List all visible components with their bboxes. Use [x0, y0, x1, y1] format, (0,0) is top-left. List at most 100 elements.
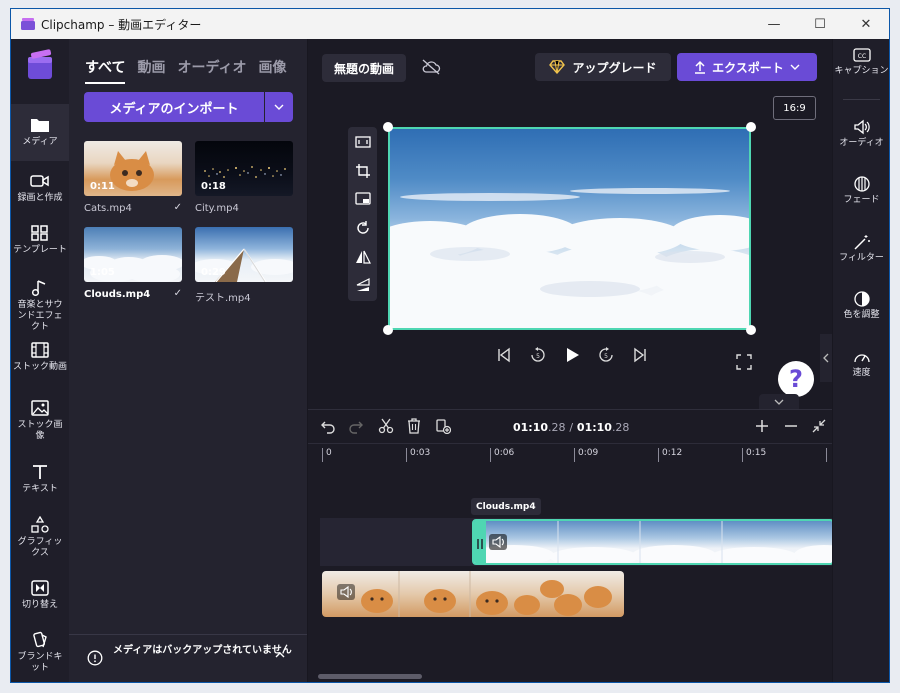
duplicate-icon[interactable] [435, 418, 451, 434]
tab-audio[interactable]: オーディオ [177, 57, 246, 84]
resize-handle-bottom-right[interactable] [746, 325, 756, 335]
flip-horizontal-icon[interactable] [355, 249, 371, 265]
flip-vertical-icon[interactable] [355, 277, 371, 293]
clouds-clip-filmstrip [474, 521, 832, 563]
rail-item-filters[interactable]: フィルター [833, 234, 889, 264]
rail-item-transitions[interactable]: 切り替え [11, 579, 69, 611]
delete-icon[interactable] [406, 418, 422, 434]
fade-icon [853, 176, 870, 192]
rail-item-audio[interactable]: オーディオ [833, 119, 889, 149]
current-time: 01:10 [513, 421, 549, 434]
clip-clouds[interactable] [472, 519, 834, 565]
rail-divider [843, 99, 880, 100]
close-button[interactable]: ✕ [843, 9, 889, 39]
cloud-off-icon [422, 59, 441, 75]
ruler-tick: 0:03 [406, 448, 430, 462]
forward-5-icon[interactable]: 5 [597, 346, 615, 364]
svg-text:5: 5 [536, 353, 540, 360]
video-preview[interactable] [388, 127, 751, 330]
ruler-tick: 0:15 [742, 448, 766, 462]
rewind-5-icon[interactable]: 5 [529, 346, 547, 364]
chevron-down-icon [790, 64, 800, 70]
rail-item-templates[interactable]: テンプレート [11, 224, 69, 256]
chevron-left-icon [823, 353, 829, 363]
rail-item-media[interactable]: メディア [11, 104, 69, 161]
aspect-ratio-button[interactable]: 16:9 [773, 96, 816, 120]
fit-timeline-icon[interactable] [811, 418, 827, 434]
rail-item-fade[interactable]: フェード [833, 176, 889, 206]
media-thumbnail: 0:29 [195, 227, 293, 282]
template-icon [31, 225, 48, 241]
checkmark-icon: ✓ [173, 202, 182, 213]
redo-icon[interactable] [348, 418, 364, 434]
rail-item-graphics[interactable]: グラフィックス [11, 516, 69, 559]
clip-audio-toggle[interactable] [337, 584, 355, 600]
media-item-clouds[interactable]: 1:05 Clouds.mp4 ✓ [84, 227, 182, 300]
undo-icon[interactable] [320, 418, 336, 434]
media-item-cats[interactable]: 0:11 Cats.mp4 ✓ [84, 141, 182, 214]
clipchamp-logo [28, 49, 52, 79]
chevron-down-icon [274, 104, 284, 110]
checkmark-icon: ✓ [173, 288, 182, 299]
duration-badge: 1:05 [90, 267, 115, 278]
rail-item-adjust-color[interactable]: 色を調整 [833, 291, 889, 321]
chevron-up-icon[interactable] [275, 652, 285, 658]
rail-item-brand-kit[interactable]: ブランドキット [11, 631, 69, 674]
clip-audio-toggle[interactable] [489, 534, 507, 550]
rail-item-stock-image[interactable]: ストック画像 [11, 399, 69, 442]
brand-icon [33, 631, 47, 648]
resize-handle-top-left[interactable] [383, 122, 393, 132]
play-icon[interactable] [563, 346, 581, 364]
rail-label: オーディオ [839, 138, 884, 148]
speaker-icon [492, 535, 504, 549]
zoom-out-icon[interactable] [783, 418, 799, 434]
rotate-icon[interactable] [355, 220, 371, 236]
cats-clip-filmstrip [361, 571, 612, 617]
speedometer-icon [853, 354, 870, 363]
tab-video[interactable]: 動画 [137, 57, 165, 84]
collapse-properties-panel-button[interactable] [820, 334, 832, 382]
rail-item-music[interactable]: 音楽とサウンドエフェクト [11, 279, 69, 333]
media-item-city[interactable]: 0:18 City.mp4 [195, 141, 293, 214]
timeline-scrollbar[interactable] [318, 674, 422, 679]
project-name[interactable]: 無題の動画 [322, 54, 407, 82]
playback-controls: 5 5 [495, 346, 649, 364]
skip-to-end-icon[interactable] [631, 346, 649, 364]
import-media-button[interactable]: メディアのインポート [84, 92, 264, 122]
rail-item-stock-video[interactable]: ストック動画 [11, 341, 69, 373]
info-icon [87, 650, 103, 666]
svg-text:CC: CC [857, 53, 865, 60]
rail-item-speed[interactable]: 速度 [833, 349, 889, 379]
fullscreen-icon[interactable] [736, 354, 752, 370]
upgrade-button[interactable]: アップグレード [535, 53, 671, 81]
split-scissors-icon[interactable] [378, 418, 394, 434]
rail-item-captions[interactable]: CC キャプション [833, 47, 889, 77]
tab-all[interactable]: すべて [85, 57, 126, 84]
total-time: 01:10 [576, 421, 612, 434]
collapse-timeline-button[interactable] [759, 394, 799, 410]
picture-in-picture-icon[interactable] [355, 191, 371, 207]
time-separator: / [569, 421, 574, 434]
zoom-in-icon[interactable] [754, 418, 770, 434]
rail-item-text[interactable]: テキスト [11, 463, 69, 495]
timeline-ruler[interactable]: 0 0:03 0:06 0:09 0:12 0:15 [308, 448, 832, 464]
resize-handle-bottom-left[interactable] [383, 325, 393, 335]
export-button[interactable]: エクスポート [677, 53, 817, 81]
rail-item-record[interactable]: 録画と作成 [11, 172, 69, 204]
crop-icon[interactable] [355, 163, 371, 179]
rail-label: 音楽とサウンドエフェクト [17, 300, 63, 332]
tab-image[interactable]: 画像 [259, 57, 287, 84]
media-item-test[interactable]: 0:29 テスト.mp4 [195, 227, 293, 304]
import-options-dropdown[interactable] [265, 92, 293, 122]
fit-icon[interactable] [355, 134, 371, 150]
svg-text:5: 5 [604, 353, 608, 360]
minimize-button[interactable]: — [751, 9, 797, 39]
resize-handle-top-right[interactable] [746, 122, 756, 132]
clip-cats[interactable] [322, 571, 624, 617]
help-button[interactable]: ? [778, 361, 814, 397]
clipchamp-app-icon [21, 18, 35, 30]
camera-icon [30, 175, 49, 187]
rail-label: テキスト [22, 484, 58, 494]
maximize-button[interactable]: ☐ [797, 9, 843, 39]
skip-to-start-icon[interactable] [495, 346, 513, 364]
